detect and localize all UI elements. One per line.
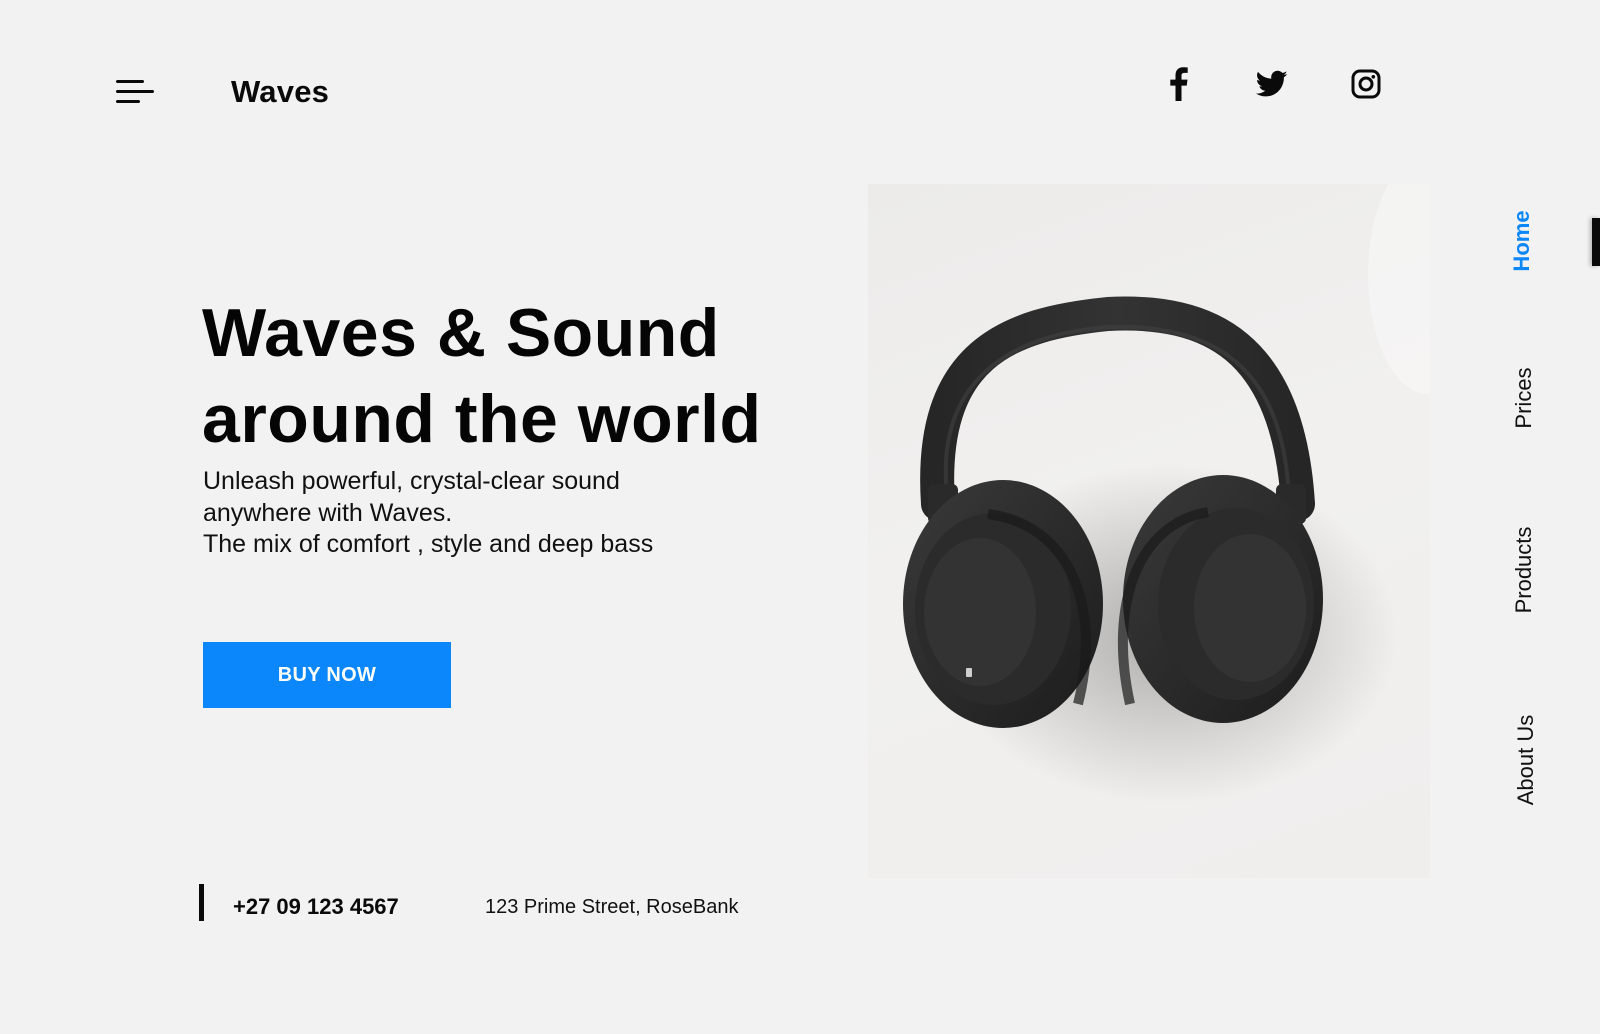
twitter-icon[interactable] [1254, 66, 1290, 102]
side-nav-label: Prices [1511, 367, 1536, 429]
hero-description-line: anywhere with Waves. [203, 498, 453, 527]
brand-logo[interactable]: Waves [231, 74, 329, 110]
menu-line [116, 100, 140, 103]
menu-line [116, 90, 154, 93]
headphones-image [868, 184, 1430, 878]
hero-title: Waves & Sound around the world [202, 295, 762, 457]
hero-description: Unleash powerful, crystal-clear sound an… [203, 466, 763, 561]
address: 123 Prime Street, RoseBank [485, 896, 739, 918]
facebook-icon[interactable] [1160, 66, 1196, 102]
active-nav-indicator [1592, 218, 1600, 266]
hero-description-line: The mix of comfort , style and deep bass [203, 530, 654, 558]
contact-divider [199, 884, 204, 921]
hamburger-menu-icon[interactable] [116, 76, 158, 108]
phone-number[interactable]: +27 09 123 4567 [233, 894, 399, 920]
menu-line [116, 80, 144, 83]
instagram-icon[interactable] [1348, 66, 1384, 102]
side-nav-label: Home [1509, 210, 1534, 272]
hero-description-line: Unleash powerful, crystal-clear sound [203, 467, 620, 495]
side-nav-label: About Us [1513, 714, 1538, 806]
buy-now-button[interactable]: BUY NOW [203, 642, 451, 708]
side-nav-label: Products [1511, 526, 1536, 614]
social-links [1160, 66, 1384, 102]
